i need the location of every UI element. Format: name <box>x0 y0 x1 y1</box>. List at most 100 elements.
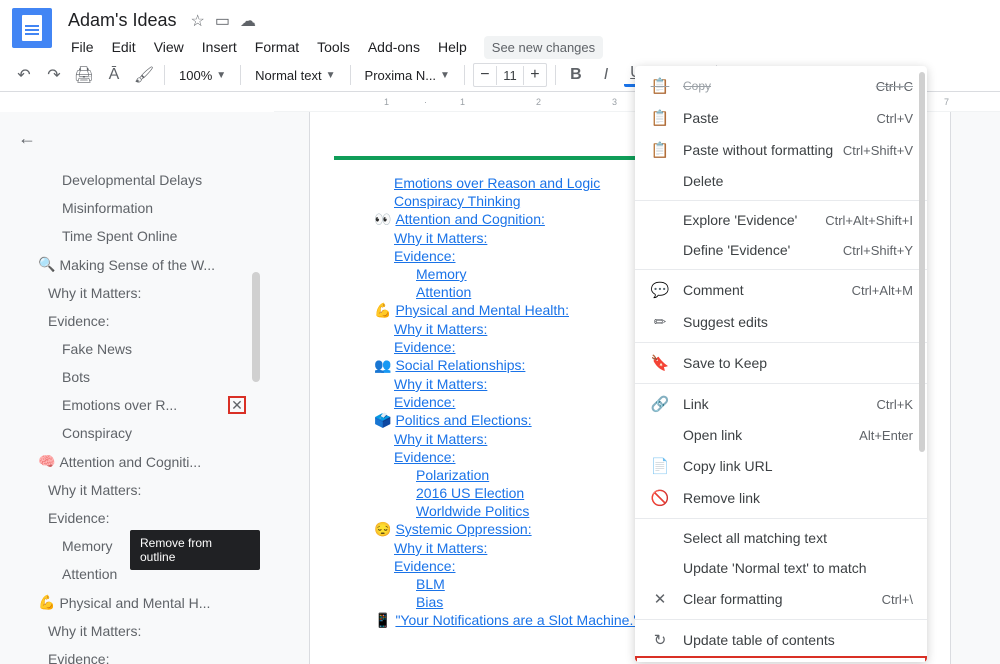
context-menu-item[interactable]: 🔗LinkCtrl+K <box>635 388 927 420</box>
toc-link[interactable]: "Your Notifications are a Slot Machine." <box>395 612 638 628</box>
toc-link[interactable]: Emotions over Reason and Logic <box>394 175 600 191</box>
menu-edit[interactable]: Edit <box>105 35 143 59</box>
outline-item[interactable]: 💪Physical and Mental H... <box>8 588 252 617</box>
toc-link[interactable]: Politics and Elections: <box>395 412 531 428</box>
outline-item[interactable]: Bots <box>8 363 252 391</box>
context-menu-item[interactable]: Open linkAlt+Enter <box>635 420 927 450</box>
docs-logo-icon[interactable] <box>12 8 52 48</box>
move-icon[interactable]: ▭ <box>215 11 230 31</box>
context-menu-item-icon: 📋 <box>649 141 671 159</box>
cloud-icon[interactable]: ☁ <box>240 11 256 31</box>
context-menu-item[interactable]: 📋Paste without formattingCtrl+Shift+V <box>635 134 927 166</box>
toc-link[interactable]: Conspiracy Thinking <box>394 193 521 209</box>
context-menu-separator <box>635 269 927 270</box>
context-menu-item[interactable]: Explore 'Evidence'Ctrl+Alt+Shift+I <box>635 205 927 235</box>
context-menu-item[interactable]: Update 'Normal text' to match <box>635 553 927 583</box>
menu-help[interactable]: Help <box>431 35 474 59</box>
toc-link[interactable]: Why it Matters: <box>394 540 487 556</box>
toc-link[interactable]: Physical and Mental Health: <box>395 302 569 318</box>
menu-file[interactable]: File <box>64 35 101 59</box>
bold-button[interactable]: B <box>564 63 588 87</box>
toc-link[interactable]: Polarization <box>416 467 489 483</box>
context-menu: 📋CopyCtrl+C📋PasteCtrl+V📋Paste without fo… <box>635 66 927 662</box>
toc-link[interactable]: Evidence: <box>394 248 455 264</box>
outline-item-label: Attention and Cogniti... <box>59 454 201 470</box>
paragraph-style-select[interactable]: Normal text▼ <box>249 66 341 85</box>
font-select[interactable]: Proxima N...▼ <box>359 66 456 85</box>
context-menu-item[interactable]: Define 'Evidence'Ctrl+Shift+Y <box>635 235 927 265</box>
context-menu-item[interactable]: 📋PasteCtrl+V <box>635 102 927 134</box>
menu-format[interactable]: Format <box>248 35 306 59</box>
paint-format-button[interactable]: 🖌 <box>132 63 156 87</box>
outline-back-icon[interactable]: ← <box>18 128 42 152</box>
outline-item[interactable]: Conspiracy <box>8 419 252 447</box>
context-menu-item[interactable]: 🚫Remove link <box>635 482 927 514</box>
outline-item[interactable]: Evidence: <box>8 645 252 664</box>
toc-link[interactable]: Social Relationships: <box>395 357 525 373</box>
toc-link[interactable]: Evidence: <box>394 449 455 465</box>
context-menu-item-icon: 🔖 <box>649 354 671 372</box>
star-icon[interactable]: ☆ <box>191 11 205 31</box>
toc-link[interactable]: Memory <box>416 266 467 282</box>
outline-item[interactable]: Why it Matters: <box>8 476 252 504</box>
toc-link[interactable]: Evidence: <box>394 394 455 410</box>
context-menu-item[interactable]: ↻Update table of contents <box>635 624 927 656</box>
see-new-changes[interactable]: See new changes <box>484 36 603 59</box>
menu-add-ons[interactable]: Add-ons <box>361 35 427 59</box>
spellcheck-button[interactable]: Ā <box>102 63 126 87</box>
context-menu-item[interactable]: Delete table of contents <box>635 656 927 662</box>
font-size-value[interactable]: 11 <box>496 66 524 85</box>
outline-item-label: Bots <box>62 369 90 385</box>
toc-link[interactable]: Evidence: <box>394 558 455 574</box>
menu-insert[interactable]: Insert <box>195 35 244 59</box>
italic-button[interactable]: I <box>594 63 618 87</box>
context-menu-scrollbar[interactable] <box>919 72 925 452</box>
outline-item[interactable]: 🧠Attention and Cogniti... <box>8 447 252 476</box>
menu-tools[interactable]: Tools <box>310 35 357 59</box>
outline-item[interactable]: Why it Matters: <box>8 279 252 307</box>
toc-link[interactable]: Attention <box>416 284 471 300</box>
context-menu-item[interactable]: 🔖Save to Keep <box>635 347 927 379</box>
toc-link[interactable]: 2016 US Election <box>416 485 524 501</box>
context-menu-item[interactable]: Delete <box>635 166 927 196</box>
context-menu-item-label: Open link <box>683 427 859 443</box>
outline-item-label: Making Sense of the W... <box>59 257 215 273</box>
toc-link[interactable]: Why it Matters: <box>394 376 487 392</box>
toc-link[interactable]: Evidence: <box>394 339 455 355</box>
context-menu-item[interactable]: 📋CopyCtrl+C <box>635 70 927 102</box>
context-menu-item[interactable]: 📄Copy link URL <box>635 450 927 482</box>
toc-link[interactable]: Why it Matters: <box>394 431 487 447</box>
context-menu-item[interactable]: ✏Suggest edits <box>635 306 927 338</box>
outline-item[interactable]: Time Spent Online <box>8 222 252 250</box>
context-menu-item-label: Paste <box>683 110 877 126</box>
outline-item[interactable]: 🔍Making Sense of the W... <box>8 250 252 279</box>
font-size-decrease-button[interactable]: − <box>474 64 496 86</box>
context-menu-item[interactable]: Select all matching text <box>635 523 927 553</box>
undo-button[interactable]: ↶ <box>12 63 36 87</box>
toc-link[interactable]: Why it Matters: <box>394 321 487 337</box>
remove-from-outline-button[interactable]: ✕ <box>228 396 246 414</box>
print-button[interactable]: 🖨 <box>72 63 96 87</box>
outline-item[interactable]: Why it Matters: <box>8 617 252 645</box>
document-title[interactable]: Adam's Ideas <box>64 8 181 33</box>
zoom-select[interactable]: 100%▼ <box>173 66 232 85</box>
outline-item[interactable]: Emotions over R...✕ <box>8 391 252 419</box>
toc-link[interactable]: Attention and Cognition: <box>395 211 544 227</box>
font-size-increase-button[interactable]: + <box>524 64 546 86</box>
outline-scrollbar[interactable] <box>252 272 260 382</box>
outline-item[interactable]: Evidence: <box>8 307 252 335</box>
context-menu-shortcut: Alt+Enter <box>859 428 913 443</box>
context-menu-item[interactable]: ✕Clear formattingCtrl+\ <box>635 583 927 615</box>
toc-link[interactable]: Worldwide Politics <box>416 503 529 519</box>
menu-view[interactable]: View <box>147 35 191 59</box>
outline-item[interactable]: Evidence: <box>8 504 252 532</box>
toc-link[interactable]: Systemic Oppression: <box>395 521 531 537</box>
toc-link[interactable]: Why it Matters: <box>394 230 487 246</box>
toc-link[interactable]: BLM <box>416 576 445 592</box>
outline-item[interactable]: Misinformation <box>8 194 252 222</box>
outline-item[interactable]: Fake News <box>8 335 252 363</box>
redo-button[interactable]: ↷ <box>42 63 66 87</box>
toc-link[interactable]: Bias <box>416 594 443 610</box>
context-menu-item[interactable]: 💬CommentCtrl+Alt+M <box>635 274 927 306</box>
outline-item[interactable]: Developmental Delays <box>8 166 252 194</box>
